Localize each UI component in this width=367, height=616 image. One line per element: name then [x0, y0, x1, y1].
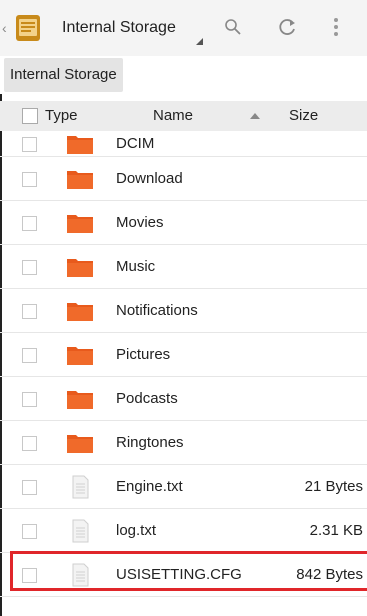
- select-all-checkbox[interactable]: [22, 108, 38, 124]
- breadcrumb-item-internal-storage[interactable]: Internal Storage: [4, 58, 123, 92]
- back-chevron-icon[interactable]: ‹: [2, 20, 7, 36]
- row-checkbox[interactable]: [22, 171, 37, 187]
- file-name: Music: [116, 257, 156, 275]
- document-icon: [72, 475, 89, 498]
- file-row[interactable]: log.txt 2.31 KB: [0, 509, 367, 553]
- file-name: Podcasts: [116, 389, 178, 407]
- location-title[interactable]: Internal Storage: [62, 19, 176, 37]
- overflow-menu-icon[interactable]: [333, 16, 339, 38]
- folder-icon: [67, 302, 93, 321]
- file-size: 2.31 KB: [309, 521, 363, 539]
- folder-icon: [67, 135, 93, 154]
- sort-ascending-icon: [250, 113, 260, 119]
- file-row[interactable]: Notifications: [0, 289, 367, 333]
- row-checkbox[interactable]: [22, 479, 37, 495]
- file-name: Ringtones: [116, 433, 184, 451]
- search-icon[interactable]: [223, 17, 243, 37]
- folder-icon: [67, 170, 93, 189]
- folder-icon: [67, 390, 93, 409]
- file-row[interactable]: Movies: [0, 201, 367, 245]
- file-name: Notifications: [116, 301, 198, 319]
- dropdown-indicator-icon[interactable]: [196, 38, 203, 45]
- file-row[interactable]: Engine.txt 21 Bytes: [0, 465, 367, 509]
- folder-icon: [67, 214, 93, 233]
- folder-icon: [67, 258, 93, 277]
- row-checkbox[interactable]: [22, 435, 37, 451]
- document-icon: [72, 519, 89, 542]
- file-row[interactable]: Ringtones: [0, 421, 367, 465]
- file-size: 842 Bytes: [296, 565, 363, 583]
- document-icon: [72, 563, 89, 586]
- column-header-name[interactable]: Name: [153, 107, 193, 124]
- file-row[interactable]: Pictures: [0, 333, 367, 377]
- breadcrumb: Internal Storage: [0, 56, 367, 94]
- refresh-icon[interactable]: [276, 16, 298, 38]
- list-header: Type Name Size: [0, 101, 367, 131]
- row-checkbox[interactable]: [22, 259, 37, 275]
- file-row[interactable]: DCIM: [0, 131, 367, 157]
- row-checkbox[interactable]: [22, 391, 37, 407]
- file-row[interactable]: Download: [0, 157, 367, 201]
- folder-icon: [67, 346, 93, 365]
- column-header-type[interactable]: Type: [45, 107, 78, 124]
- file-name: USISETTING.CFG: [116, 565, 242, 583]
- folder-icon: [67, 434, 93, 453]
- file-name: Engine.txt: [116, 477, 183, 495]
- file-list: DCIM Download Movies Music Notifications Pict…: [0, 131, 367, 597]
- row-checkbox[interactable]: [22, 136, 37, 152]
- file-manager-icon[interactable]: [14, 14, 42, 42]
- file-row[interactable]: Podcasts: [0, 377, 367, 421]
- column-header-size[interactable]: Size: [289, 107, 318, 124]
- row-checkbox[interactable]: [22, 215, 37, 231]
- file-row[interactable]: USISETTING.CFG 842 Bytes: [0, 551, 367, 597]
- file-name: log.txt: [116, 521, 157, 539]
- row-checkbox[interactable]: [22, 303, 37, 319]
- file-name: Download: [116, 169, 183, 187]
- row-checkbox[interactable]: [22, 347, 37, 363]
- file-name: Pictures: [116, 345, 171, 363]
- row-checkbox[interactable]: [22, 523, 37, 539]
- file-name: DCIM: [116, 134, 155, 152]
- file-row[interactable]: Music: [0, 245, 367, 289]
- action-bar: ‹ Internal Storage: [0, 0, 367, 56]
- row-checkbox[interactable]: [22, 567, 37, 583]
- file-size: 21 Bytes: [304, 477, 363, 495]
- file-name: Movies: [116, 213, 164, 231]
